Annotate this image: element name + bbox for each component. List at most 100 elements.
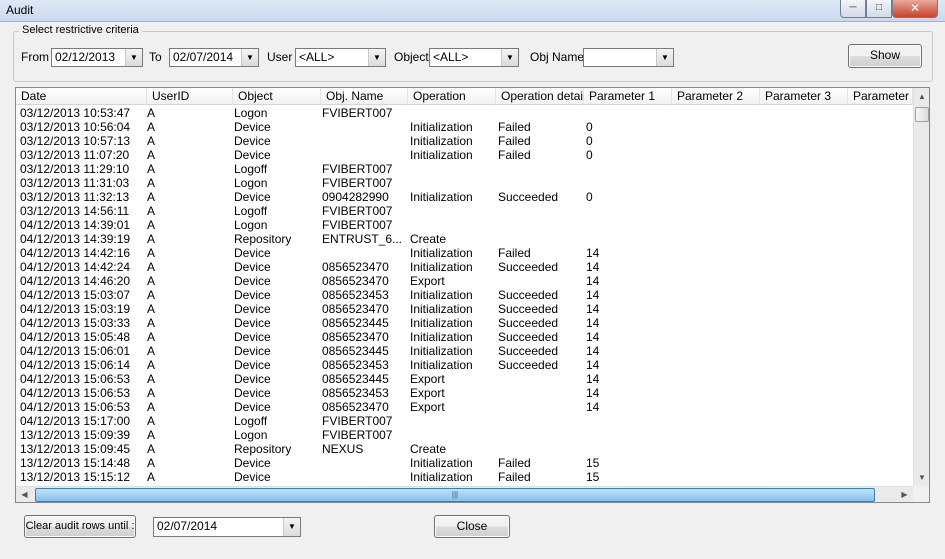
table-row[interactable]: 13/12/2013 15:14:48 A Device Initialization… xyxy=(16,456,913,470)
table-row[interactable]: 03/12/2013 10:53:47 A Logon FVIBERT007 xyxy=(16,106,913,120)
chevron-down-icon[interactable]: ▼ xyxy=(241,49,258,66)
col-header-userid[interactable]: UserID xyxy=(147,88,233,105)
table-row[interactable]: 04/12/2013 14:46:20 A Device 0856523470 Expo… xyxy=(16,274,913,288)
cell-userid: A xyxy=(147,372,156,386)
clear-until-date-value: 02/07/2014 xyxy=(157,519,218,533)
cell-userid: A xyxy=(147,302,156,316)
table-row[interactable]: 04/12/2013 15:17:00 A Logoff FVIBERT007 xyxy=(16,414,913,428)
table-row[interactable]: 03/12/2013 10:56:04 A Device Initialization… xyxy=(16,120,913,134)
scroll-down-arrow-icon[interactable]: ▼ xyxy=(914,469,929,486)
cell-parameter-1: 0 xyxy=(586,134,593,148)
cell-operation: Initialization xyxy=(410,190,473,204)
vertical-scrollbar[interactable]: ▲ ▼ xyxy=(913,88,929,486)
show-button[interactable]: Show xyxy=(848,44,922,68)
cell-date: 03/12/2013 11:29:10 xyxy=(20,162,130,176)
chevron-down-icon[interactable]: ▼ xyxy=(283,518,300,536)
close-window-button[interactable]: ✕ xyxy=(892,0,938,18)
cell-object: Device xyxy=(234,372,271,386)
table-row[interactable]: 04/12/2013 15:05:48 A Device 0856523470 Init… xyxy=(16,330,913,344)
table-row[interactable]: 04/12/2013 15:06:53 A Device 0856523445 Expo… xyxy=(16,372,913,386)
cell-date: 04/12/2013 14:46:20 xyxy=(20,274,131,288)
cell-objname: FVIBERT007 xyxy=(322,162,393,176)
cell-objname: 0856523470 xyxy=(322,330,389,344)
col-header-operation[interactable]: Operation xyxy=(408,88,496,105)
cell-userid: A xyxy=(147,288,156,302)
table-row[interactable]: 04/12/2013 15:03:19 A Device 0856523470 Init… xyxy=(16,302,913,316)
cell-object: Device xyxy=(234,246,271,260)
cell-object: Device xyxy=(234,260,271,274)
cell-parameter-1: 15 xyxy=(586,470,600,482)
scroll-up-arrow-icon[interactable]: ▲ xyxy=(914,88,929,105)
cell-operation-detail: Failed xyxy=(498,246,531,260)
table-row[interactable]: 04/12/2013 15:06:53 A Device 0856523453 Expo… xyxy=(16,386,913,400)
col-header-objname[interactable]: Obj. Name xyxy=(321,88,408,105)
col-header-parameter-4[interactable]: Parameter 4 xyxy=(848,88,913,105)
col-header-parameter-2[interactable]: Parameter 2 xyxy=(672,88,760,105)
objname-select[interactable]: ▼ xyxy=(583,48,674,67)
col-header-parameter-1[interactable]: Parameter 1 xyxy=(584,88,672,105)
table-row[interactable]: 04/12/2013 15:06:01 A Device 0856523445 Init… xyxy=(16,344,913,358)
close-button[interactable]: Close xyxy=(434,515,510,538)
vertical-scroll-thumb[interactable] xyxy=(915,107,929,122)
list-body: 03/12/2013 10:53:47 A Logon FVIBERT007 03/12… xyxy=(16,106,913,482)
chevron-down-icon[interactable]: ▼ xyxy=(368,49,385,66)
table-row[interactable]: 03/12/2013 14:56:11 A Logoff FVIBERT007 xyxy=(16,204,913,218)
cell-userid: A xyxy=(147,120,156,134)
cell-operation-detail: Failed xyxy=(498,456,531,470)
chevron-down-icon[interactable]: ▼ xyxy=(501,49,518,66)
table-row[interactable]: 04/12/2013 15:03:33 A Device 0856523445 Init… xyxy=(16,316,913,330)
maximize-button[interactable]: □ xyxy=(866,0,892,18)
cell-parameter-1: 14 xyxy=(586,288,600,302)
cell-date: 03/12/2013 11:31:03 xyxy=(20,176,130,190)
cell-object: Device xyxy=(234,302,271,316)
cell-operation: Initialization xyxy=(410,470,473,482)
col-header-operation-detail[interactable]: Operation detail xyxy=(496,88,584,105)
cell-objname: 0904282990 xyxy=(322,190,389,204)
cell-object: Device xyxy=(234,386,271,400)
table-row[interactable]: 03/12/2013 10:57:13 A Device Initialization… xyxy=(16,134,913,148)
user-select[interactable]: <ALL> ▼ xyxy=(295,48,386,67)
scroll-right-arrow-icon[interactable]: ▶ xyxy=(896,487,913,502)
cell-date: 03/12/2013 10:57:13 xyxy=(20,134,131,148)
cell-object: Logon xyxy=(234,176,268,190)
minimize-button[interactable]: ─ xyxy=(840,0,866,18)
to-date-picker[interactable]: 02/07/2014 ▼ xyxy=(169,48,259,67)
object-select[interactable]: <ALL> ▼ xyxy=(429,48,519,67)
table-row[interactable]: 03/12/2013 11:32:13 A Device 0904282990 Init… xyxy=(16,190,913,204)
from-date-picker[interactable]: 02/12/2013 ▼ xyxy=(51,48,143,67)
scroll-left-arrow-icon[interactable]: ◀ xyxy=(16,487,33,502)
table-row[interactable]: 04/12/2013 15:03:07 A Device 0856523453 Init… xyxy=(16,288,913,302)
table-row[interactable]: 04/12/2013 14:39:01 A Logon FVIBERT007 xyxy=(16,218,913,232)
horizontal-scroll-thumb[interactable]: ||| xyxy=(35,488,875,502)
from-date-value: 02/12/2013 xyxy=(55,50,116,64)
table-row[interactable]: 04/12/2013 15:06:53 A Device 0856523470 Expo… xyxy=(16,400,913,414)
chevron-down-icon[interactable]: ▼ xyxy=(125,49,142,66)
cell-parameter-1: 0 xyxy=(586,190,593,204)
cell-objname: 0856523453 xyxy=(322,358,389,372)
table-row[interactable]: 04/12/2013 15:06:14 A Device 0856523453 Init… xyxy=(16,358,913,372)
horizontal-scrollbar[interactable]: ◀ ||| ▶ xyxy=(16,486,913,502)
table-row[interactable]: 04/12/2013 14:42:16 A Device Initialization… xyxy=(16,246,913,260)
table-row[interactable]: 04/12/2013 14:42:24 A Device 0856523470 Init… xyxy=(16,260,913,274)
table-row[interactable]: 04/12/2013 14:39:19 A Repository ENTRUST_6.… xyxy=(16,232,913,246)
col-header-object[interactable]: Object xyxy=(233,88,321,105)
col-header-parameter-3[interactable]: Parameter 3 xyxy=(760,88,848,105)
cell-userid: A xyxy=(147,106,156,120)
cell-object: Device xyxy=(234,316,271,330)
table-row[interactable]: 13/12/2013 15:15:12 A Device Initialization… xyxy=(16,470,913,482)
audit-list[interactable]: Date UserID Object Obj. Name Operation O… xyxy=(15,87,930,503)
table-row[interactable]: 13/12/2013 15:09:39 A Logon FVIBERT007 xyxy=(16,428,913,442)
table-row[interactable]: 13/12/2013 15:09:45 A Repository NEXUS Creat… xyxy=(16,442,913,456)
col-header-date[interactable]: Date xyxy=(16,88,147,105)
cell-parameter-1: 14 xyxy=(586,400,600,414)
table-row[interactable]: 03/12/2013 11:29:10 A Logoff FVIBERT007 xyxy=(16,162,913,176)
cell-date: 03/12/2013 10:53:47 xyxy=(20,106,131,120)
cell-userid: A xyxy=(147,400,156,414)
cell-operation-detail: Succeeded xyxy=(498,316,559,330)
clear-audit-rows-button[interactable]: Clear audit rows until : xyxy=(24,515,136,538)
table-row[interactable]: 03/12/2013 11:31:03 A Logon FVIBERT007 xyxy=(16,176,913,190)
table-row[interactable]: 03/12/2013 11:07:20 A Device Initialization… xyxy=(16,148,913,162)
clear-until-date-picker[interactable]: 02/07/2014 ▼ xyxy=(153,517,301,537)
cell-parameter-1: 14 xyxy=(586,316,600,330)
chevron-down-icon[interactable]: ▼ xyxy=(656,49,673,66)
